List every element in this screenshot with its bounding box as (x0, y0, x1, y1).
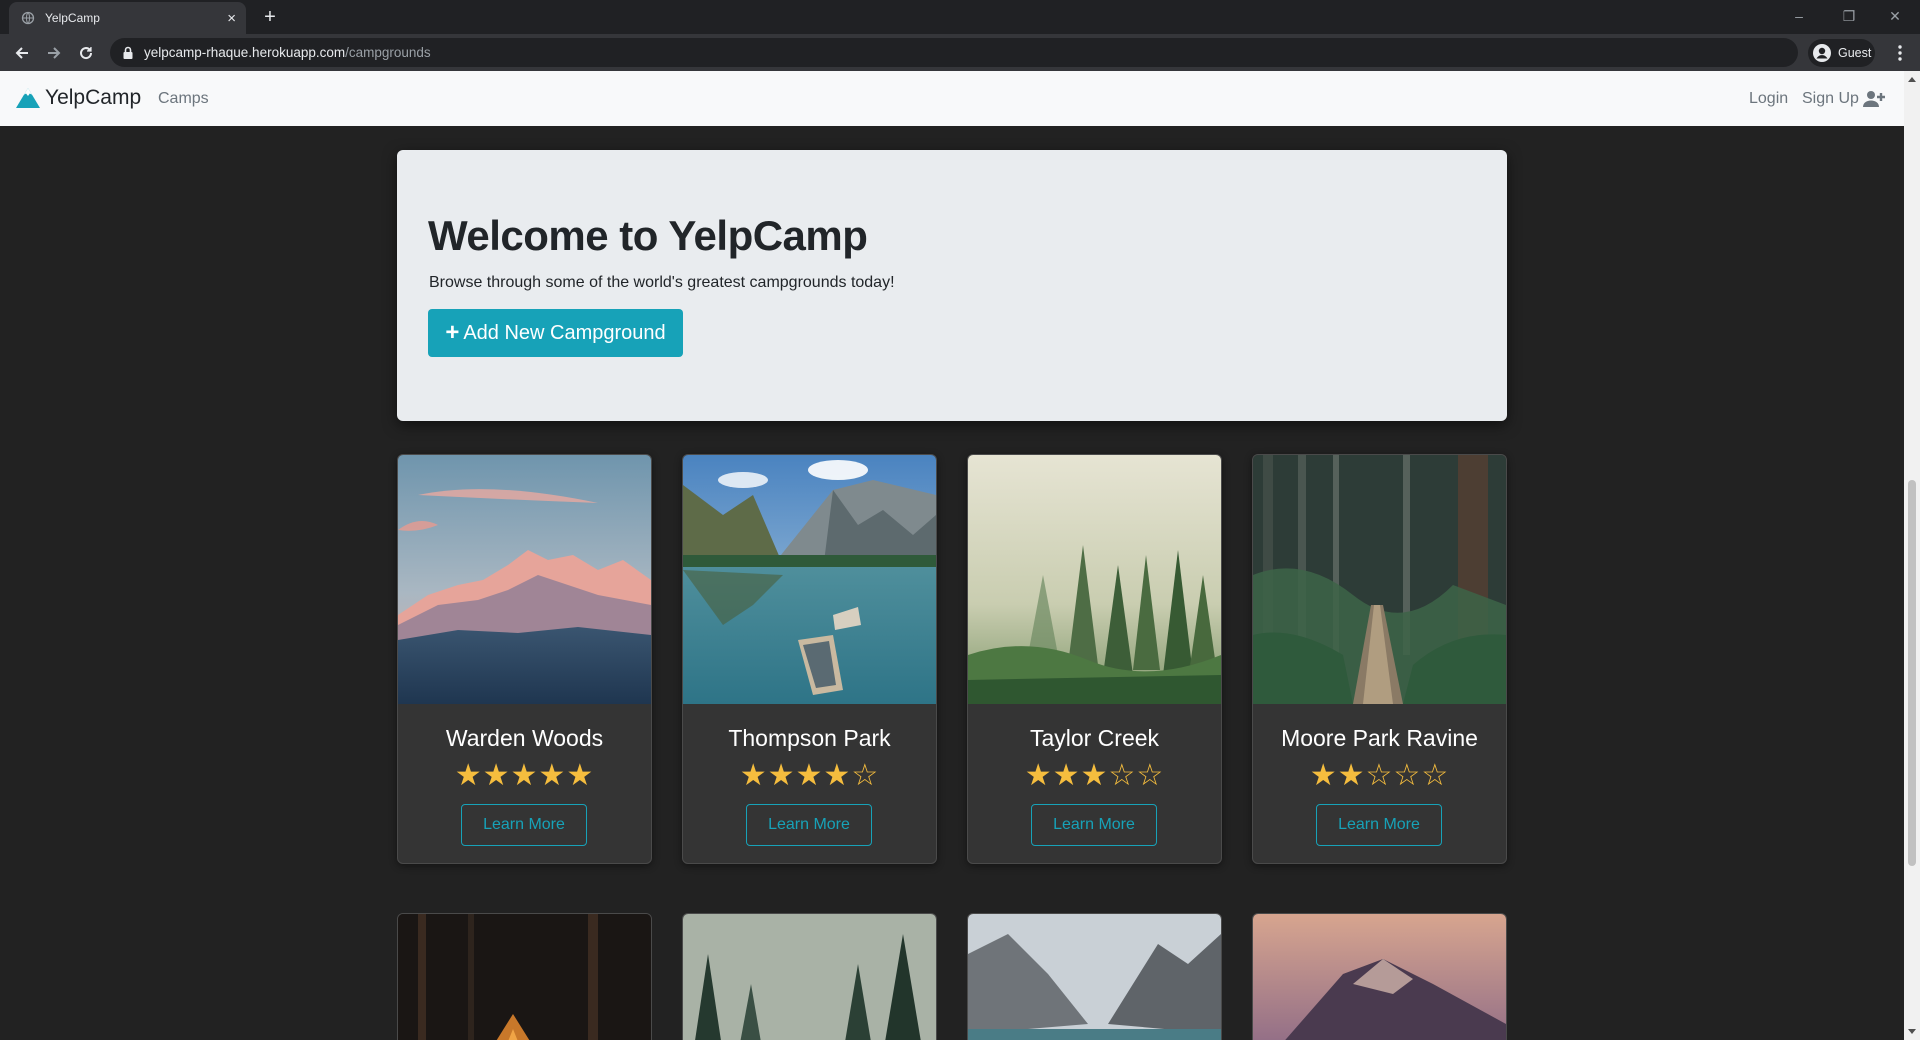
campground-card (967, 913, 1222, 1040)
star-rating: ★★★★★ (398, 758, 651, 794)
campground-name: Thompson Park (728, 725, 891, 751)
restore-button[interactable]: ❐ (1826, 4, 1872, 28)
scroll-down-icon[interactable] (1908, 1029, 1916, 1034)
close-window-button[interactable]: ✕ (1872, 4, 1918, 28)
back-arrow-icon (15, 47, 28, 59)
site-navbar: YelpCamp Camps Login Sign Up (0, 71, 1904, 126)
campground-name: Taylor Creek (1029, 725, 1160, 751)
user-plus-icon (1862, 90, 1885, 108)
mountain-icon (16, 88, 40, 108)
page-title: Welcome to YelpCamp (428, 212, 868, 259)
back-button[interactable] (10, 41, 34, 65)
campground-card: Taylor Creek ★★★☆☆ Learn More (967, 454, 1222, 864)
forward-button[interactable] (42, 41, 66, 65)
nav-link-camps[interactable]: Camps (158, 90, 209, 108)
campground-image[interactable] (398, 455, 651, 704)
signup-label: Sign Up (1802, 90, 1859, 107)
campground-card (682, 913, 937, 1040)
account-icon (1813, 44, 1831, 62)
campground-name: Moore Park Ravine (1281, 725, 1478, 751)
star-icon: ★★★★☆ (739, 759, 880, 792)
lock-icon (122, 46, 134, 60)
url-host: yelpcamp-rhaque.herokuapp.com (144, 45, 346, 60)
campground-image[interactable] (1253, 914, 1506, 1040)
forward-arrow-icon (48, 47, 61, 59)
browser-toolbar: yelpcamp-rhaque.herokuapp.com /campgroun… (0, 34, 1920, 71)
campground-image[interactable] (398, 914, 651, 1040)
add-campground-label: Add New Campground (463, 321, 666, 344)
more-vert-icon (1898, 45, 1902, 61)
star-icon: ★★★★★ (454, 759, 595, 792)
scrollbar-thumb[interactable] (1908, 480, 1916, 866)
scroll-up-icon[interactable] (1908, 77, 1916, 82)
campground-card: Warden Woods ★★★★★ Learn More (397, 454, 652, 864)
brand-text: YelpCamp (45, 86, 142, 109)
learn-more-button[interactable]: Learn More (461, 804, 587, 846)
brand-link[interactable]: YelpCamp (15, 86, 141, 110)
campground-image[interactable] (968, 455, 1221, 704)
campground-image[interactable] (968, 914, 1221, 1040)
star-rating: ★★★☆☆ (968, 758, 1221, 794)
learn-more-button[interactable]: Learn More (746, 804, 872, 846)
campground-name: Warden Woods (445, 725, 604, 751)
reload-button[interactable] (74, 41, 98, 65)
plus-icon: + (445, 319, 460, 346)
tab-close-icon[interactable]: × (227, 11, 236, 26)
url-path: /campgrounds (345, 45, 431, 60)
profile-button[interactable]: Guest (1808, 39, 1875, 67)
page-scrollbar[interactable] (1904, 71, 1920, 1040)
page-viewport: YelpCamp Camps Login Sign Up Welcome to … (0, 71, 1904, 1040)
star-icon: ★★★☆☆ (1024, 759, 1165, 792)
campground-card: Moore Park Ravine ★★☆☆☆ Learn More (1252, 454, 1507, 864)
star-rating: ★★★★☆ (683, 758, 936, 794)
nav-link-signup[interactable]: Sign Up (1802, 90, 1885, 108)
address-bar[interactable]: yelpcamp-rhaque.herokuapp.com /campgroun… (110, 38, 1798, 67)
welcome-jumbotron: Welcome to YelpCamp Browse through some … (397, 150, 1507, 421)
campground-card (1252, 913, 1507, 1040)
campground-image[interactable] (683, 914, 936, 1040)
learn-more-button[interactable]: Learn More (1316, 804, 1442, 846)
campground-card (397, 913, 652, 1040)
browser-tabstrip: YelpCamp × + – ❐ ✕ (0, 0, 1920, 34)
page-lead: Browse through some of the world's great… (429, 274, 895, 291)
tab-title: YelpCamp (45, 11, 100, 25)
minimize-button[interactable]: – (1776, 4, 1822, 28)
nav-link-login[interactable]: Login (1749, 90, 1788, 108)
campground-image[interactable] (683, 455, 936, 704)
star-icon: ★★☆☆☆ (1309, 759, 1450, 792)
learn-more-button[interactable]: Learn More (1031, 804, 1157, 846)
browser-tab[interactable]: YelpCamp × (9, 2, 246, 34)
add-campground-button[interactable]: + Add New Campground (428, 309, 683, 357)
reload-icon (80, 47, 93, 60)
profile-label: Guest (1838, 46, 1872, 60)
new-tab-button[interactable]: + (258, 5, 282, 29)
campground-image[interactable] (1253, 455, 1506, 704)
browser-menu-button[interactable] (1890, 42, 1910, 64)
globe-icon (21, 11, 35, 25)
star-rating: ★★☆☆☆ (1253, 758, 1506, 794)
campground-card: Thompson Park ★★★★☆ Learn More (682, 454, 937, 864)
